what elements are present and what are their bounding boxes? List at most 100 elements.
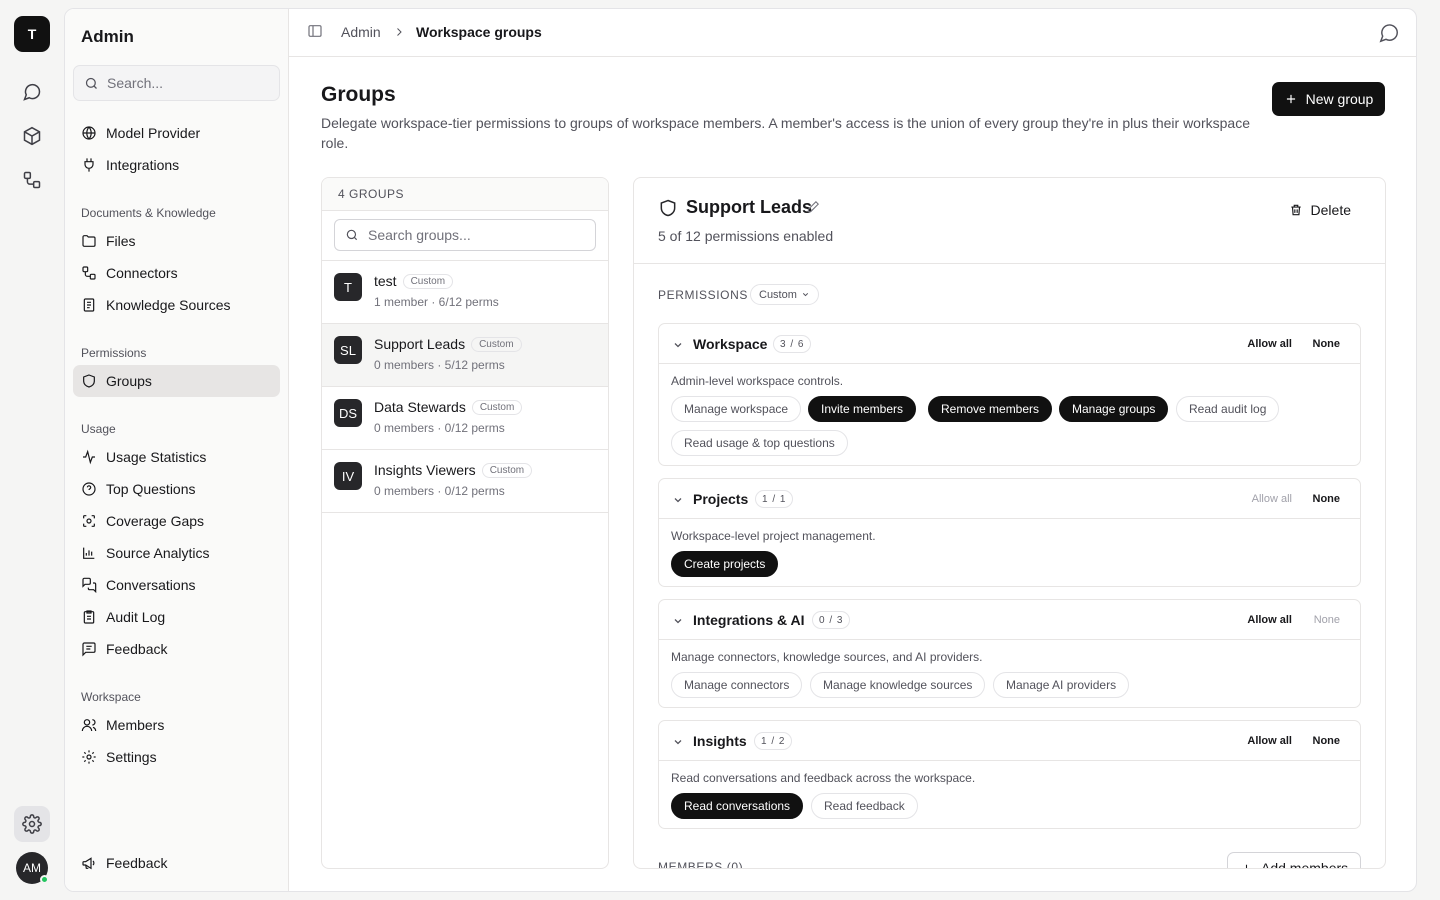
sidebar-item-coverage-gaps[interactable]: Coverage Gaps [73, 505, 280, 537]
groups-search-input[interactable]: Search groups... [334, 219, 596, 251]
shield-icon [658, 198, 678, 221]
sidebar-item-integrations[interactable]: Integrations [73, 149, 280, 181]
category-title: Integrations & AI [693, 612, 805, 628]
sidebar-item-connectors[interactable]: Connectors [73, 257, 280, 289]
sidebar-item-label: Top Questions [106, 481, 196, 497]
groups-search-placeholder: Search groups... [368, 227, 471, 243]
sidebar-search-input[interactable]: Search... [73, 65, 280, 101]
permission-pill[interactable]: Remove members [928, 396, 1053, 422]
permission-pill[interactable]: Create projects [671, 551, 779, 577]
group-row-support-leads[interactable]: SL Support Leads Custom 0 members · 5/12 … [322, 324, 608, 387]
allow-all-button[interactable]: Allow all [1247, 614, 1292, 626]
chat-icon[interactable] [14, 74, 50, 110]
group-meta: 0 members · 5/12 perms [374, 358, 505, 372]
delete-label: Delete [1310, 202, 1351, 218]
permission-pill[interactable]: Read usage & top questions [671, 430, 848, 456]
chat-bubble-icon[interactable] [1378, 22, 1400, 47]
sidebar-section-usage: Usage [81, 422, 116, 436]
none-button[interactable]: None [1313, 735, 1341, 747]
sidebar-toggle-icon[interactable] [307, 23, 323, 42]
shield-icon [83, 374, 95, 388]
permission-pill[interactable]: Manage groups [1059, 396, 1169, 422]
new-group-label: New group [1305, 91, 1374, 107]
sidebar-item-label: Knowledge Sources [106, 297, 231, 313]
permissions-summary: 5 of 12 permissions enabled [658, 228, 834, 244]
sidebar-item-conversations[interactable]: Conversations [73, 569, 280, 601]
category-count: 1 / 2 [754, 732, 793, 750]
delete-group-button[interactable]: Delete [1289, 202, 1351, 218]
page-title: Groups [321, 83, 396, 106]
chevron-down-icon [672, 338, 684, 354]
sidebar-item-members[interactable]: Members [73, 709, 280, 741]
group-detail-panel: Support Leads 5 of 12 permissions enable… [633, 177, 1386, 869]
permission-pill[interactable]: Read conversations [671, 793, 804, 819]
new-group-button[interactable]: New group [1272, 82, 1385, 116]
category-projects: Projects 1 / 1 Allow all None Workspace-… [658, 478, 1361, 587]
sidebar-item-knowledge-sources[interactable]: Knowledge Sources [73, 289, 280, 321]
sidebar-title: Admin [81, 27, 134, 46]
topbar: Admin Workspace groups [289, 9, 1416, 57]
permission-pill[interactable]: Read feedback [811, 793, 918, 819]
edit-pencil-icon[interactable] [806, 200, 820, 217]
settings-gear-icon[interactable] [14, 806, 50, 842]
cube-icon[interactable] [14, 118, 50, 154]
workspace-logo[interactable]: T [14, 16, 50, 52]
sidebar-item-label: Integrations [106, 157, 180, 173]
category-header[interactable]: Projects 1 / 1 Allow all None [659, 479, 1360, 519]
allow-all-button[interactable]: Allow all [1247, 735, 1292, 747]
permission-pill[interactable]: Manage workspace [671, 396, 802, 422]
group-row-insights-viewers[interactable]: IV Insights Viewers Custom 0 members · 0/… [322, 450, 608, 513]
group-name: Insights Viewers [374, 462, 476, 478]
group-avatar: IV [334, 462, 362, 490]
category-description: Read conversations and feedback across t… [671, 771, 976, 785]
page-description: Delegate workspace-tier permissions to g… [321, 115, 1250, 151]
none-button[interactable]: None [1314, 614, 1340, 626]
sidebar-item-usage-statistics[interactable]: Usage Statistics [73, 441, 280, 473]
sidebar-item-settings[interactable]: Settings [73, 741, 280, 773]
group-name: Support Leads [374, 336, 466, 352]
sidebar-item-model-provider[interactable]: Model Provider [73, 117, 280, 149]
permission-pill[interactable]: Manage AI providers [993, 672, 1130, 698]
allow-all-button[interactable]: Allow all [1252, 493, 1292, 505]
none-button[interactable]: None [1313, 338, 1341, 350]
permissions-mode-dropdown[interactable]: Custom [750, 284, 819, 305]
app-rail: T AM [0, 0, 64, 900]
group-row-data-stewards[interactable]: DS Data Stewards Custom 0 members · 0/12 … [322, 387, 608, 450]
sidebar-search-placeholder: Search... [107, 75, 164, 91]
plus-icon [1242, 864, 1251, 868]
permission-pill[interactable]: Manage knowledge sources [810, 672, 986, 698]
question-circle-icon [82, 482, 96, 496]
permission-pill[interactable]: Manage connectors [671, 672, 803, 698]
sidebar-item-audit-log[interactable]: Audit Log [73, 601, 280, 633]
none-button[interactable]: None [1313, 493, 1341, 505]
category-header[interactable]: Integrations & AI 0 / 3 Allow all None [659, 600, 1360, 640]
sidebar-item-files[interactable]: Files [73, 225, 280, 257]
connectors-icon[interactable] [14, 162, 50, 198]
search-icon [346, 229, 358, 241]
category-header[interactable]: Workspace 3 / 6 Allow all None [659, 324, 1360, 364]
sidebar-item-label: Usage Statistics [106, 449, 207, 465]
permission-pill[interactable]: Invite members [808, 396, 917, 422]
group-name: test [374, 273, 397, 289]
breadcrumb-admin[interactable]: Admin [341, 24, 381, 40]
group-badge: Custom [471, 400, 523, 415]
detail-header: Support Leads 5 of 12 permissions enable… [634, 178, 1385, 264]
user-avatar[interactable]: AM [16, 852, 49, 884]
app-shell: Admin Search... Model Provider Integrati… [64, 8, 1417, 892]
category-header[interactable]: Insights 1 / 2 Allow all None [659, 721, 1360, 761]
group-avatar: T [334, 273, 362, 301]
sidebar-footer-feedback[interactable]: Feedback [73, 847, 280, 879]
sidebar-item-source-analytics[interactable]: Source Analytics [73, 537, 280, 569]
allow-all-button[interactable]: Allow all [1247, 338, 1292, 350]
sidebar-item-groups[interactable]: Groups [73, 365, 280, 397]
sidebar-item-feedback[interactable]: Feedback [73, 633, 280, 665]
group-row-test[interactable]: T test Custom 1 member · 6/12 perms [322, 261, 608, 324]
sidebar-item-top-questions[interactable]: Top Questions [73, 473, 280, 505]
category-title: Projects [693, 491, 749, 507]
groups-count: 4 GROUPS [322, 178, 608, 211]
globe-icon [82, 126, 96, 140]
permission-pill[interactable]: Read audit log [1176, 396, 1280, 422]
add-members-button[interactable]: Add members [1227, 852, 1361, 868]
sidebar-section-workspace: Workspace [81, 690, 141, 704]
scan-icon [83, 515, 95, 527]
